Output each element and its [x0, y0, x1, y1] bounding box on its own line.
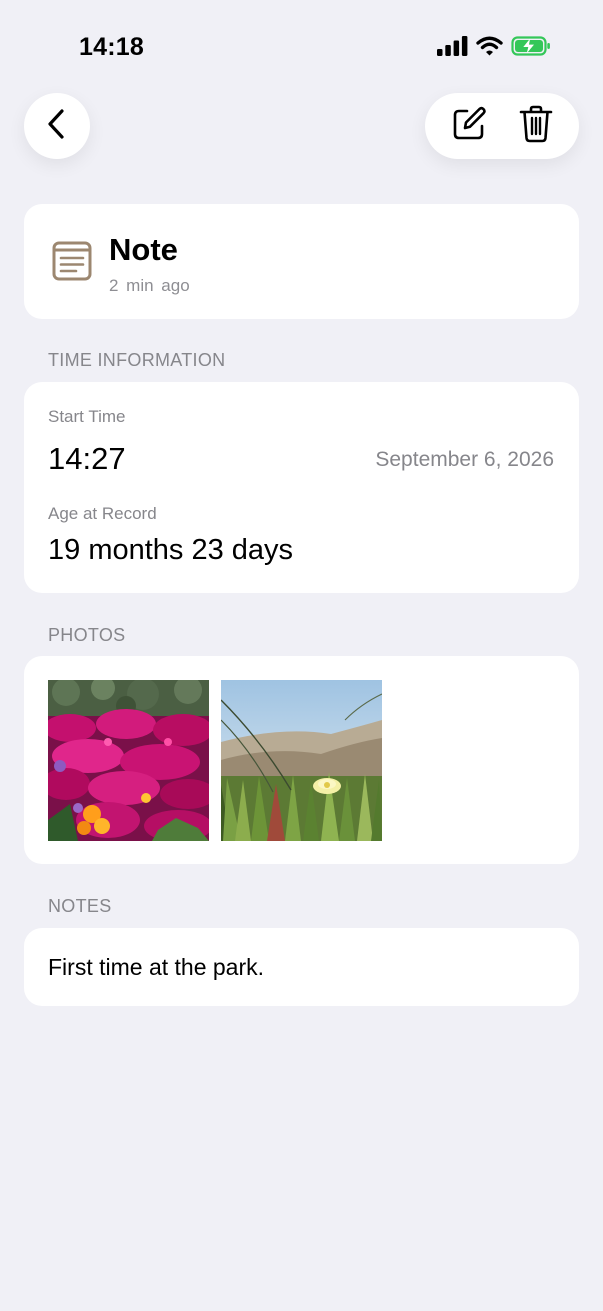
notes-card: First time at the park. [24, 928, 579, 1006]
edit-note-icon [451, 106, 487, 147]
time-information-header: TIME INFORMATION [48, 350, 226, 370]
wifi-icon [476, 36, 503, 61]
back-button[interactable] [24, 93, 90, 159]
delete-button[interactable] [506, 96, 566, 156]
time-information-card: Start Time 14:27 September 6, 2026 Age a… [24, 382, 579, 593]
status-icons [437, 36, 551, 61]
record-summary-card: Note 2 min ago [24, 204, 579, 319]
start-time-label: Start Time [48, 407, 126, 426]
record-title: Note [109, 232, 178, 267]
age-label: Age at Record [48, 504, 157, 523]
trash-icon [519, 105, 553, 148]
photos-card [24, 656, 579, 864]
battery-charging-icon [511, 36, 551, 61]
record-date: September 6, 2026 [375, 448, 554, 471]
photos-header: PHOTOS [48, 625, 126, 645]
chevron-left-icon [46, 108, 68, 145]
signal-icon [437, 36, 468, 61]
action-pill [425, 93, 579, 159]
status-bar: 14:18 [0, 0, 603, 90]
status-time: 14:18 [79, 33, 144, 61]
edit-button[interactable] [439, 96, 499, 156]
age-value: 19 months 23 days [48, 534, 294, 566]
yellow-flower-dune-photo[interactable] [221, 680, 382, 841]
start-time-value: 14:27 [48, 441, 126, 476]
record-relative-time: 2 min ago [109, 276, 190, 295]
notes-header: NOTES [48, 896, 112, 916]
note-icon [52, 241, 92, 286]
notes-text: First time at the park. [48, 954, 265, 980]
magenta-flowers-photo[interactable] [48, 680, 209, 841]
